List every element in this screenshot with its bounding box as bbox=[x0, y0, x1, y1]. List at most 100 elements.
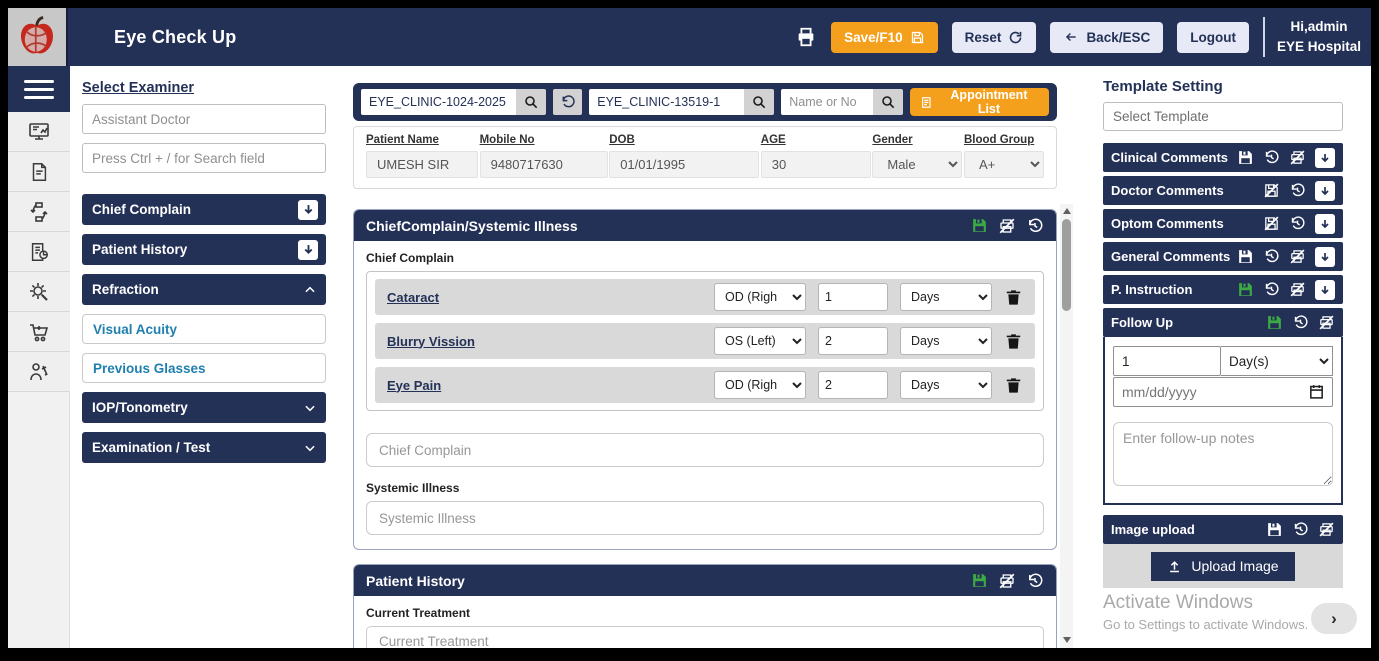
bar-follow-up[interactable]: Follow Up bbox=[1103, 308, 1343, 337]
print-off-icon[interactable] bbox=[998, 572, 1016, 590]
history-icon[interactable] bbox=[1263, 281, 1280, 298]
duration-input[interactable] bbox=[818, 283, 888, 311]
duration-unit-select[interactable]: Days bbox=[900, 327, 992, 355]
current-treatment-input[interactable] bbox=[366, 626, 1044, 648]
menu-toggle-button[interactable] bbox=[8, 66, 70, 112]
bar-clinical-comments[interactable]: Clinical Comments bbox=[1103, 143, 1343, 172]
history-icon[interactable] bbox=[1292, 314, 1309, 331]
eye-select[interactable]: OD (Righ bbox=[714, 371, 806, 399]
print-off-icon[interactable] bbox=[1289, 149, 1306, 166]
accordion-examination-test[interactable]: Examination / Test bbox=[82, 432, 326, 463]
name-search-button[interactable] bbox=[873, 89, 903, 115]
back-button[interactable]: Back/ESC bbox=[1050, 22, 1163, 53]
save-icon[interactable] bbox=[1237, 248, 1254, 265]
history-icon[interactable] bbox=[1263, 149, 1280, 166]
select-template-input[interactable] bbox=[1103, 102, 1343, 131]
scrollbar-thumb[interactable] bbox=[1062, 219, 1071, 311]
clinic-id-search-button[interactable] bbox=[516, 89, 546, 115]
scroll-up-arrow[interactable] bbox=[1060, 204, 1073, 217]
complaint-name-link[interactable]: Eye Pain bbox=[387, 378, 441, 393]
rail-item-patient-services[interactable] bbox=[8, 352, 70, 392]
history-icon[interactable] bbox=[1026, 217, 1044, 235]
rail-item-document[interactable] bbox=[8, 152, 70, 192]
history-icon[interactable] bbox=[1292, 521, 1309, 538]
bar-doctor-comments[interactable]: Doctor Comments bbox=[1103, 176, 1343, 205]
duration-unit-select[interactable]: Days bbox=[900, 371, 992, 399]
accordion-refraction[interactable]: Refraction bbox=[82, 274, 326, 305]
save-icon[interactable] bbox=[1266, 521, 1283, 538]
link-visual-acuity[interactable]: Visual Acuity bbox=[82, 314, 326, 344]
save-off-icon[interactable] bbox=[1263, 215, 1280, 232]
name-search-input[interactable] bbox=[781, 89, 873, 115]
mobile-value[interactable] bbox=[480, 151, 608, 178]
print-off-icon[interactable] bbox=[1318, 314, 1335, 331]
complaint-name-link[interactable]: Cataract bbox=[387, 290, 439, 305]
visit-id-search-button[interactable] bbox=[744, 89, 774, 115]
save-button[interactable]: Save/F10 bbox=[831, 22, 938, 53]
rail-item-orders[interactable] bbox=[8, 312, 70, 352]
rail-item-settings[interactable] bbox=[8, 272, 70, 312]
download-icon[interactable] bbox=[1315, 148, 1335, 168]
rail-item-workflow[interactable] bbox=[8, 192, 70, 232]
follow-up-unit-select[interactable]: Day(s) bbox=[1221, 346, 1333, 376]
clinic-id-input[interactable] bbox=[361, 89, 516, 115]
patient-name-value[interactable] bbox=[366, 151, 478, 178]
save-icon[interactable] bbox=[971, 217, 988, 234]
follow-up-notes-textarea[interactable] bbox=[1113, 422, 1333, 486]
accordion-patient-history[interactable]: Patient History bbox=[82, 234, 326, 265]
field-search-input[interactable] bbox=[82, 143, 326, 173]
scroll-down-arrow[interactable] bbox=[1060, 633, 1073, 646]
systemic-illness-input[interactable] bbox=[366, 501, 1044, 535]
upload-image-button[interactable]: Upload Image bbox=[1151, 552, 1294, 581]
bar-general-comments[interactable]: General Comments bbox=[1103, 242, 1343, 271]
save-icon[interactable] bbox=[971, 572, 988, 589]
bar-image-upload[interactable]: Image upload bbox=[1103, 515, 1343, 544]
next-panel-chevron-button[interactable]: › bbox=[1311, 603, 1357, 634]
reset-button[interactable]: Reset bbox=[952, 22, 1037, 53]
history-icon[interactable] bbox=[1263, 248, 1280, 265]
eye-select[interactable]: OD (Righ bbox=[714, 283, 806, 311]
history-icon[interactable] bbox=[1289, 182, 1306, 199]
bar-p-instruction[interactable]: P. Instruction bbox=[1103, 275, 1343, 304]
age-value[interactable] bbox=[761, 151, 871, 178]
accordion-iop-tonometry[interactable]: IOP/Tonometry bbox=[82, 392, 326, 423]
rail-item-report[interactable] bbox=[8, 232, 70, 272]
gender-select[interactable]: Male bbox=[872, 151, 962, 178]
examiner-input[interactable] bbox=[82, 104, 326, 134]
link-previous-glasses[interactable]: Previous Glasses bbox=[82, 353, 326, 383]
delete-complaint-icon[interactable] bbox=[1004, 332, 1023, 351]
search-history-button[interactable] bbox=[553, 89, 582, 115]
download-icon[interactable] bbox=[1315, 181, 1335, 201]
dob-value[interactable] bbox=[609, 151, 759, 178]
print-icon[interactable] bbox=[795, 26, 817, 48]
calendar-icon[interactable] bbox=[1308, 383, 1325, 400]
download-icon[interactable] bbox=[1315, 214, 1335, 234]
accordion-chief-complain[interactable]: Chief Complain bbox=[82, 194, 326, 225]
print-off-icon[interactable] bbox=[998, 217, 1016, 235]
logout-button[interactable]: Logout bbox=[1177, 22, 1249, 53]
vertical-scrollbar[interactable] bbox=[1060, 204, 1073, 648]
complaint-name-link[interactable]: Blurry Vission bbox=[387, 334, 475, 349]
download-icon[interactable] bbox=[1315, 247, 1335, 267]
save-icon[interactable] bbox=[1237, 149, 1254, 166]
bar-optom-comments[interactable]: Optom Comments bbox=[1103, 209, 1343, 238]
blood-group-select[interactable]: A+ bbox=[964, 151, 1044, 178]
duration-input[interactable] bbox=[818, 327, 888, 355]
history-icon[interactable] bbox=[1026, 572, 1044, 590]
print-off-icon[interactable] bbox=[1318, 521, 1335, 538]
follow-up-date-input[interactable] bbox=[1113, 377, 1333, 407]
delete-complaint-icon[interactable] bbox=[1004, 376, 1023, 395]
print-off-icon[interactable] bbox=[1289, 248, 1306, 265]
history-icon[interactable] bbox=[1289, 215, 1306, 232]
visit-id-input[interactable] bbox=[589, 89, 744, 115]
save-green-icon[interactable] bbox=[1266, 314, 1283, 331]
chief-complain-input[interactable] bbox=[366, 433, 1044, 467]
eye-select[interactable]: OS (Left) bbox=[714, 327, 806, 355]
print-off-icon[interactable] bbox=[1289, 281, 1306, 298]
delete-complaint-icon[interactable] bbox=[1004, 288, 1023, 307]
save-off-icon[interactable] bbox=[1263, 182, 1280, 199]
appointment-list-button[interactable]: Appointment List bbox=[910, 88, 1049, 116]
follow-up-interval-input[interactable] bbox=[1113, 346, 1221, 376]
rail-item-dashboard[interactable] bbox=[8, 112, 70, 152]
duration-unit-select[interactable]: Days bbox=[900, 283, 992, 311]
